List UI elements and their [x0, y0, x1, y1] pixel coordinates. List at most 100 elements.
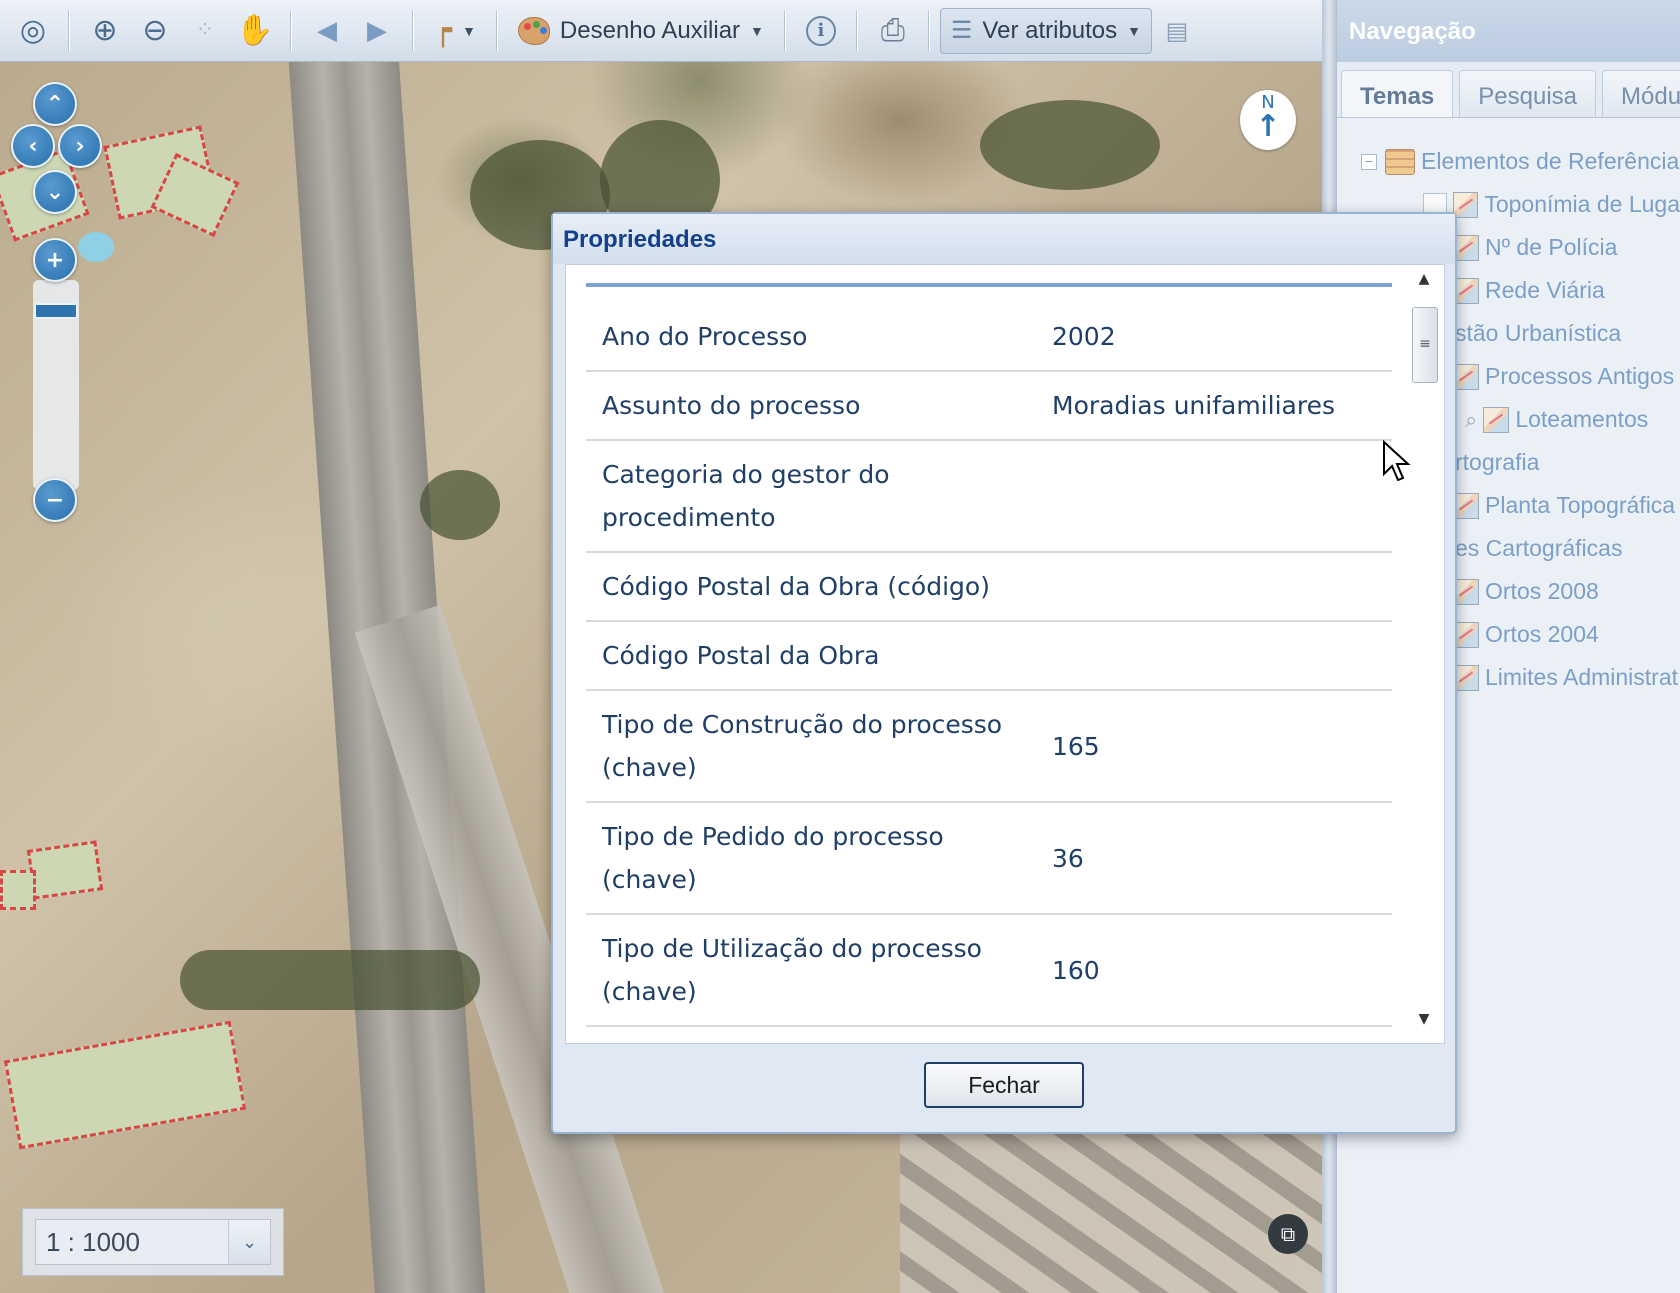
tree-item-label: rtografia: [1455, 449, 1540, 475]
print-button[interactable]: ⎙: [868, 8, 918, 54]
desenho-auxiliar-label: Desenho Auxiliar: [559, 16, 741, 44]
palette-icon: [517, 16, 550, 45]
collapse-icon[interactable]: −: [1361, 153, 1377, 170]
tree-item-label: Limites Administrat: [1485, 664, 1679, 690]
arrow-up-icon: ↑: [1255, 109, 1281, 144]
previous-extent-button[interactable]: ◀: [302, 8, 352, 54]
layer-group-icon: [1385, 148, 1415, 175]
info-icon: i: [805, 15, 836, 46]
table-row: Ano do Processo 2002: [586, 303, 1392, 372]
chevron-down-icon: ▼: [750, 22, 764, 39]
zoom-slider-thumb[interactable]: [34, 303, 78, 319]
next-extent-button[interactable]: ▶: [352, 8, 402, 54]
zoom-box-button[interactable]: ⁘: [180, 8, 230, 54]
property-value: 36: [1052, 843, 1084, 873]
property-value: 165: [1052, 731, 1100, 761]
pan-button[interactable]: ✋: [230, 8, 280, 54]
scale-select[interactable]: 1 : 1000 ⌄: [35, 1219, 271, 1265]
map-toolbar: ◎ ⊕ ⊖ ⁘ ✋ ◀ ▶ ┍ ▼ Desenho Auxiliar ▼ i ⎙…: [0, 0, 1330, 62]
toolbar-separator: [495, 10, 498, 51]
pan-left-button[interactable]: ‹: [11, 124, 55, 168]
chevron-down-icon[interactable]: ⌄: [228, 1220, 270, 1264]
desenho-auxiliar-button[interactable]: Desenho Auxiliar ▼: [508, 8, 774, 54]
tree-item-label: Loteamentos: [1515, 406, 1649, 432]
arrow-right-icon: ▶: [367, 15, 387, 46]
zoom-out-map-button[interactable]: −: [33, 478, 77, 522]
scroll-up-icon[interactable]: ▲: [1410, 271, 1438, 297]
property-name: Assunto do processo: [602, 391, 861, 420]
close-button[interactable]: Fechar: [924, 1062, 1084, 1108]
overview-map-button[interactable]: ⧉: [1268, 1214, 1308, 1254]
scale-value: 1 : 1000: [46, 1226, 140, 1257]
map-building: [3, 1020, 247, 1150]
zoom-box-icon: ⁘: [195, 18, 215, 43]
layer-icon: [1483, 406, 1510, 433]
printer-icon: ⎙: [880, 13, 905, 48]
tree-group-elementos[interactable]: − Elementos de Referência: [1337, 140, 1680, 183]
chevron-left-icon: ‹: [28, 133, 38, 159]
pan-up-button[interactable]: ⌃: [33, 82, 77, 126]
overview-icon: ⧉: [1280, 1222, 1296, 1246]
tab-pesquisa[interactable]: Pesquisa: [1459, 70, 1596, 117]
table-row: Assunto do processo Moradias unifamiliar…: [586, 372, 1392, 441]
chevron-down-icon: ⌄: [45, 179, 65, 205]
tree-item-label: Ortos 2004: [1485, 621, 1599, 647]
hand-icon: ✋: [236, 13, 274, 48]
measure-tool-button[interactable]: ┍ ▼: [424, 8, 486, 54]
properties-grid: Ano do Processo 2002 Assunto do processo…: [565, 264, 1445, 1044]
info-button[interactable]: i: [796, 8, 846, 54]
tree-item-label: Planta Topográfica: [1485, 492, 1676, 518]
table-row: Tipo de Utilização do processo (chave) 1…: [586, 915, 1392, 1027]
tab-temas[interactable]: Temas: [1341, 70, 1454, 117]
layer-icon: [1452, 191, 1479, 218]
map-building: [0, 870, 36, 910]
property-value: [1052, 441, 1392, 551]
properties-list: Ano do Processo 2002 Assunto do processo…: [586, 283, 1392, 1027]
map-pool: [78, 232, 114, 262]
properties-dialog: Propriedades Ano do Processo 2002 Assunt…: [551, 212, 1457, 1134]
tree-item-label: es Cartográficas: [1455, 535, 1623, 561]
zoom-in-icon: ⊕: [92, 13, 118, 48]
zoom-out-icon: ⊖: [142, 13, 168, 48]
dialog-title[interactable]: Propriedades: [553, 214, 1455, 264]
select-table-icon: ▤: [1165, 16, 1189, 45]
navigation-panel-title: Navegação: [1337, 0, 1680, 62]
minus-icon: −: [45, 487, 65, 513]
mouse-cursor-icon: [1383, 440, 1411, 482]
full-extent-button[interactable]: ◎: [8, 8, 58, 54]
toolbar-separator: [412, 10, 414, 51]
select-features-button[interactable]: ▤: [1152, 8, 1202, 54]
tab-modulos[interactable]: Módu: [1602, 70, 1680, 117]
map-building: [26, 840, 104, 900]
property-value: [1052, 553, 1392, 620]
ver-atributos-button[interactable]: ☰ Ver atributos ▼: [939, 7, 1153, 54]
pan-down-button[interactable]: ⌄: [33, 170, 77, 214]
scrollbar-thumb[interactable]: ≡: [1412, 307, 1438, 383]
property-value: Moradias unifamiliares: [1052, 391, 1335, 420]
table-row: Tipo de Construção do processo (chave) 1…: [586, 691, 1392, 803]
property-name: Código Postal da Obra (código): [602, 572, 990, 601]
zoom-out-button[interactable]: ⊖: [130, 8, 180, 54]
map-trees: [420, 470, 500, 540]
pan-right-button[interactable]: ›: [58, 124, 102, 168]
map-trees: [180, 950, 480, 1010]
table-row: Código Postal da Obra: [586, 622, 1392, 691]
zoom-in-button[interactable]: ⊕: [80, 8, 130, 54]
property-value: 160: [1052, 955, 1100, 985]
ver-atributos-label: Ver atributos: [982, 16, 1118, 44]
scroll-down-icon[interactable]: ▼: [1410, 1011, 1438, 1037]
search-icon: ⌕: [1465, 406, 1478, 432]
vertical-scrollbar[interactable]: ▲ ≡ ▼: [1410, 271, 1438, 1037]
attribute-table-icon: ☰: [950, 17, 973, 44]
north-arrow: N ↑: [1240, 90, 1296, 150]
arrow-left-icon: ◀: [317, 15, 337, 46]
table-row: Código Postal da Obra (código): [586, 553, 1392, 622]
tree-item-label: Toponímia de Luga: [1484, 191, 1680, 217]
property-value: [1052, 622, 1392, 689]
tree-item-label: Elementos de Referência: [1421, 148, 1680, 174]
property-name: Tipo de Utilização do processo (chave): [602, 934, 982, 1006]
property-name: Tipo de Construção do processo (chave): [602, 710, 1003, 782]
ruler-icon: ┍: [434, 14, 453, 47]
zoom-in-map-button[interactable]: +: [33, 238, 77, 282]
scale-control: 1 : 1000 ⌄: [22, 1208, 284, 1276]
